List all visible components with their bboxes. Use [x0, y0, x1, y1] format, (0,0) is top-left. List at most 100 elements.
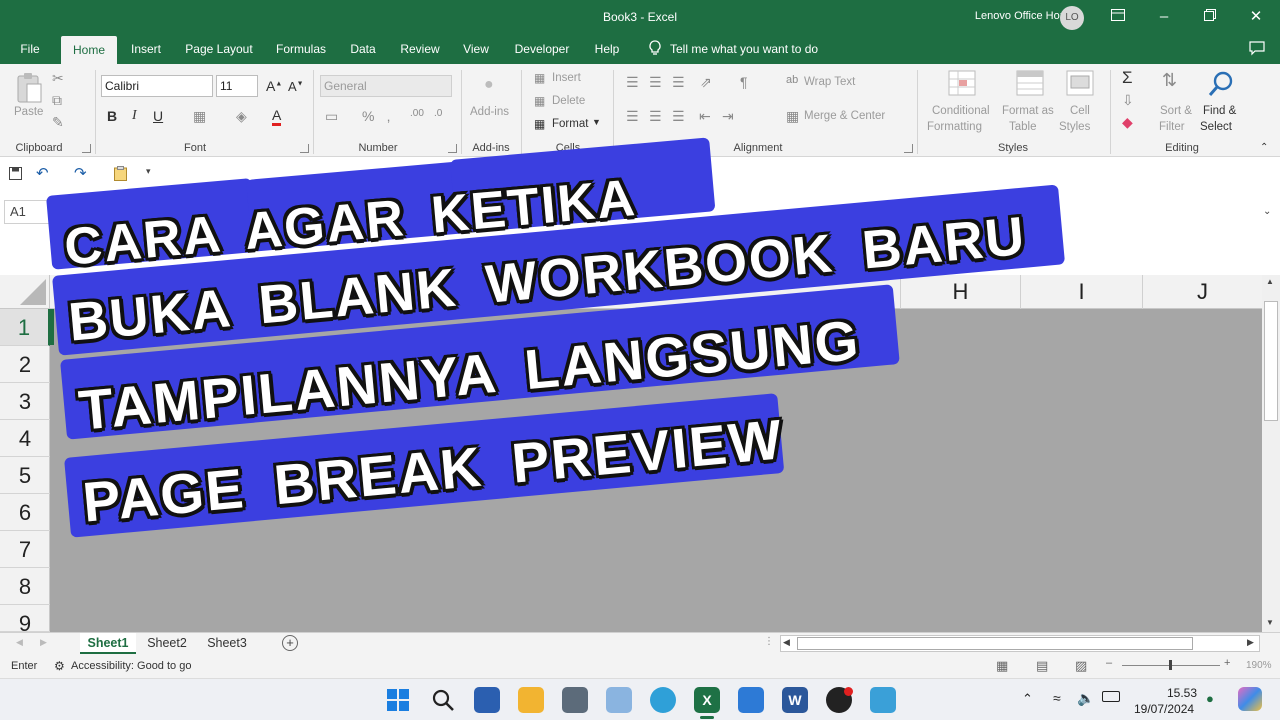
cell-styles-label[interactable]: Cell [1070, 105, 1090, 117]
page-break-view-icon[interactable]: ▨ [1075, 658, 1087, 674]
show-hidden-icons[interactable]: ⌃ [1022, 691, 1033, 707]
edge-icon[interactable] [650, 687, 676, 713]
increase-font-icon[interactable]: A▲ [266, 78, 282, 94]
clipboard-launcher-icon[interactable] [82, 144, 91, 153]
close-icon[interactable]: ✕ [1245, 6, 1267, 28]
store-icon[interactable] [474, 687, 500, 713]
photo-editor-icon[interactable] [738, 687, 764, 713]
align-right-icon[interactable]: ☰ [672, 108, 685, 125]
fill-icon[interactable]: ⇩ [1122, 92, 1134, 109]
sort-filter-icon[interactable]: ⇅ [1162, 70, 1177, 91]
align-left-icon[interactable]: ☰ [626, 108, 639, 125]
column-header-j[interactable]: J [1142, 275, 1262, 309]
comments-icon[interactable] [1249, 41, 1265, 59]
volume-icon[interactable]: 🔈 [1077, 690, 1094, 707]
word-icon[interactable]: W [782, 687, 808, 713]
format-painter-icon[interactable]: ✎ [52, 114, 64, 131]
column-header-h[interactable]: H [900, 275, 1020, 309]
zoom-out-icon[interactable]: – [1106, 657, 1112, 669]
row-header[interactable]: 5 [0, 457, 50, 494]
font-launcher-icon[interactable] [300, 144, 309, 153]
active-cell[interactable] [50, 309, 54, 345]
snipping-tool-icon[interactable] [562, 687, 588, 713]
find-select-label[interactable]: Find & [1203, 105, 1236, 117]
bold-button[interactable]: B [107, 108, 117, 124]
wrap-text-icon[interactable]: ab [786, 74, 798, 86]
sheet-tab-sheet3[interactable]: Sheet3 [200, 633, 254, 654]
control-panel-icon[interactable] [870, 687, 896, 713]
battery-icon[interactable] [1102, 691, 1120, 702]
fill-color-icon[interactable]: ◈ [236, 108, 247, 125]
redo-icon[interactable]: ↷ [74, 164, 87, 182]
row-header[interactable]: 2 [0, 346, 50, 383]
excel-icon[interactable]: X [694, 687, 720, 713]
row-header[interactable]: 6 [0, 494, 50, 531]
row-header[interactable]: 7 [0, 531, 50, 568]
accessibility-status[interactable]: Accessibility: Good to go [71, 660, 191, 672]
row-header[interactable]: 4 [0, 420, 50, 457]
scroll-left-icon[interactable]: ◀ [783, 637, 790, 648]
add-sheet-icon[interactable]: + [282, 635, 298, 651]
tab-developer[interactable]: Developer [508, 34, 576, 64]
prev-sheet-icon[interactable]: ◀ [16, 637, 23, 648]
tell-me-search[interactable]: Tell me what you want to do [648, 34, 818, 64]
tab-home[interactable]: Home [61, 36, 117, 64]
sheet-tab-sheet1[interactable]: Sheet1 [80, 633, 136, 654]
clipboard-icon[interactable] [114, 166, 127, 184]
paragraph-icon[interactable]: ¶ [740, 74, 748, 90]
bottom-align-icon[interactable]: ☰ [672, 74, 685, 91]
horizontal-scroll-thumb[interactable] [797, 637, 1193, 650]
underline-button[interactable]: U [153, 108, 163, 124]
add-ins-button[interactable]: Add-ins [470, 106, 509, 118]
cell-styles-label-2[interactable]: Styles [1059, 121, 1090, 133]
sort-filter-label-2[interactable]: Filter [1159, 121, 1185, 133]
increase-decimal-icon[interactable]: .00 [410, 108, 424, 119]
horizontal-scrollbar[interactable]: ◀ ▶ [780, 635, 1260, 652]
row-header[interactable]: 9 [0, 605, 50, 636]
insert-cells-button[interactable]: Insert [552, 72, 581, 84]
wifi-icon[interactable]: ≈ [1053, 690, 1061, 706]
copy-icon[interactable]: ⧉ [52, 92, 62, 109]
undo-icon[interactable]: ↶ [36, 164, 49, 182]
font-size-select[interactable]: 11 [216, 75, 258, 97]
insert-cells-icon[interactable]: ▦ [534, 71, 545, 85]
vertical-scrollbar[interactable]: ▲ ▼ [1262, 275, 1280, 632]
zoom-in-icon[interactable]: + [1224, 657, 1230, 669]
normal-view-icon[interactable]: ▦ [996, 658, 1008, 674]
align-center-icon[interactable]: ☰ [649, 108, 662, 125]
format-as-table-label-2[interactable]: Table [1009, 121, 1037, 133]
paste-label[interactable]: Paste [14, 106, 43, 118]
avatar[interactable]: LO [1060, 6, 1084, 30]
decrease-font-icon[interactable]: A▼ [288, 79, 304, 94]
find-select-label-2[interactable]: Select [1200, 121, 1232, 133]
next-sheet-icon[interactable]: ▶ [40, 637, 47, 648]
cell-area[interactable] [50, 309, 1262, 632]
expand-formula-bar-icon[interactable]: ⌄ [1263, 206, 1271, 217]
cell-styles-icon[interactable] [1066, 70, 1094, 96]
row-header[interactable]: 1 [0, 309, 50, 346]
scroll-right-icon[interactable]: ▶ [1247, 637, 1254, 648]
bell-icon[interactable]: ● [1206, 691, 1214, 706]
top-align-icon[interactable]: ☰ [626, 74, 639, 91]
customize-qat-icon[interactable]: ▾ [146, 166, 151, 177]
merge-center-button[interactable]: Merge & Center [804, 110, 885, 122]
borders-icon[interactable]: ▦ [193, 108, 206, 125]
delete-cells-button[interactable]: Delete [552, 95, 585, 107]
format-as-table-icon[interactable] [1016, 70, 1044, 96]
accounting-format-icon[interactable]: ▭ [325, 108, 338, 125]
tab-help[interactable]: Help [588, 34, 626, 64]
cut-icon[interactable]: ✂ [52, 70, 64, 87]
page-layout-view-icon[interactable]: ▤ [1036, 658, 1048, 674]
clear-icon[interactable]: ◆ [1122, 114, 1133, 131]
italic-button[interactable]: I [132, 108, 137, 124]
format-as-table-label[interactable]: Format as [1002, 105, 1054, 117]
scroll-up-icon[interactable]: ▲ [1266, 277, 1274, 286]
file-explorer-icon[interactable] [518, 687, 544, 713]
alignment-launcher-icon[interactable] [904, 144, 913, 153]
zoom-level[interactable]: 190% [1246, 660, 1272, 671]
tab-formulas[interactable]: Formulas [270, 34, 332, 64]
tab-file[interactable]: File [10, 34, 50, 64]
conditional-formatting-label[interactable]: Conditional [932, 105, 990, 117]
comma-style-icon[interactable]: ‚ [387, 108, 390, 124]
format-cells-icon[interactable]: ▦ [534, 117, 545, 131]
